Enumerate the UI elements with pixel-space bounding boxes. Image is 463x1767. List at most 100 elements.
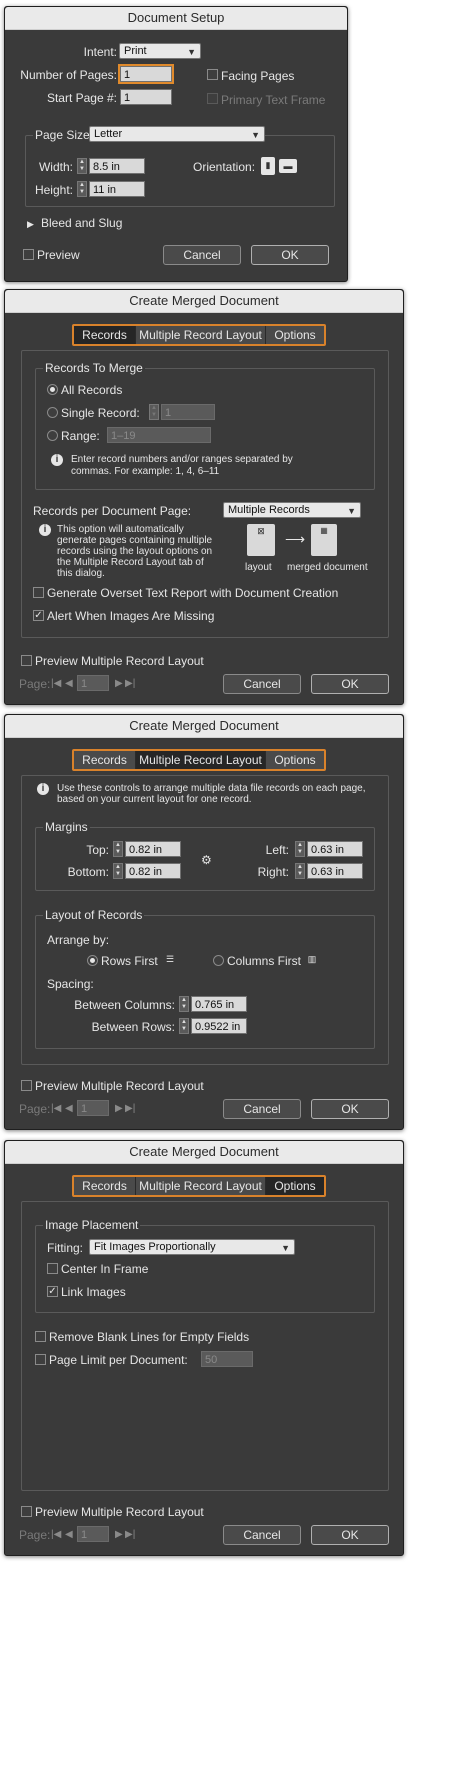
fitting-value: Fit Images Proportionally xyxy=(94,1241,216,1253)
tab-records[interactable]: Records xyxy=(74,326,136,344)
previous-page-icon[interactable]: ◀ xyxy=(65,1103,73,1115)
landscape-orientation-icon[interactable]: ▬ xyxy=(279,159,297,173)
option-info-line-4: the Multiple Record Layout tab of xyxy=(57,557,204,568)
between-rows-field[interactable]: 0.9522 in xyxy=(191,1018,247,1034)
overset-report-checkbox[interactable] xyxy=(33,587,44,598)
all-records-label: All Records xyxy=(61,383,123,397)
columns-first-label: Columns First xyxy=(227,954,302,968)
spacing-label: Spacing: xyxy=(47,977,94,991)
fitting-select[interactable]: Fit Images Proportionally ▼ xyxy=(89,1239,295,1255)
cancel-button[interactable]: Cancel xyxy=(223,1525,301,1545)
left-margin-stepper[interactable]: ▲ ▼ xyxy=(295,841,305,857)
link-images-checkbox[interactable]: ✓ xyxy=(47,1286,58,1297)
bottom-margin-stepper[interactable]: ▲ ▼ xyxy=(113,863,123,879)
preview-layout-checkbox[interactable] xyxy=(21,655,32,666)
top-margin-stepper[interactable]: ▲ ▼ xyxy=(113,841,123,857)
cancel-button[interactable]: Cancel xyxy=(223,1099,301,1119)
first-page-icon[interactable]: |◀ xyxy=(51,1103,61,1115)
page-field[interactable]: 1 xyxy=(77,1100,109,1116)
width-field[interactable]: 8.5 in xyxy=(89,158,145,174)
last-page-icon[interactable]: ▶| xyxy=(125,1103,135,1115)
page-limit-checkbox[interactable] xyxy=(35,1354,46,1365)
height-stepper[interactable]: ▲ ▼ xyxy=(77,181,87,197)
portrait-orientation-icon[interactable]: ▮ xyxy=(261,157,275,175)
last-page-icon[interactable]: ▶| xyxy=(125,678,135,690)
single-record-field[interactable]: 1 xyxy=(161,404,215,420)
cancel-button[interactable]: Cancel xyxy=(223,674,301,694)
next-page-icon[interactable]: ▶ xyxy=(115,1529,123,1541)
page-field[interactable]: 1 xyxy=(77,675,109,691)
single-record-radio[interactable] xyxy=(47,407,58,418)
page-field[interactable]: 1 xyxy=(77,1526,109,1542)
page-size-select[interactable]: Letter ▼ xyxy=(89,126,265,142)
tab-bar: Records Multiple Record Layout Options xyxy=(72,324,326,346)
preview-layout-checkbox[interactable] xyxy=(21,1506,32,1517)
last-page-icon[interactable]: ▶| xyxy=(125,1529,135,1541)
primary-text-frame-checkbox[interactable] xyxy=(207,93,218,104)
next-page-icon[interactable]: ▶ xyxy=(115,678,123,690)
previous-page-icon[interactable]: ◀ xyxy=(65,1529,73,1541)
page-limit-field[interactable]: 50 xyxy=(201,1351,253,1367)
bottom-margin-field[interactable]: 0.82 in xyxy=(125,863,181,879)
start-page-field[interactable]: 1 xyxy=(120,89,172,105)
preview-layout-checkbox[interactable] xyxy=(21,1080,32,1091)
rows-first-radio[interactable] xyxy=(87,955,98,966)
merge-options-dialog: Create Merged Document Records Multiple … xyxy=(4,1140,404,1556)
columns-first-radio[interactable] xyxy=(213,955,224,966)
between-rows-label: Between Rows: xyxy=(91,1020,175,1034)
between-columns-stepper[interactable]: ▲ ▼ xyxy=(179,996,189,1012)
right-margin-field[interactable]: 0.63 in xyxy=(307,863,363,879)
range-field[interactable]: 1–19 xyxy=(107,427,211,443)
center-in-frame-label: Center In Frame xyxy=(61,1262,149,1276)
pages-field[interactable]: 1 xyxy=(118,64,174,84)
ok-button[interactable]: OK xyxy=(311,674,389,694)
tab-options[interactable]: Options xyxy=(266,1177,324,1195)
remove-blank-lines-checkbox[interactable] xyxy=(35,1331,46,1342)
tab-multiple-record-layout[interactable]: Multiple Record Layout xyxy=(136,751,266,769)
left-margin-field[interactable]: 0.63 in xyxy=(307,841,363,857)
between-rows-stepper[interactable]: ▲ ▼ xyxy=(179,1018,189,1034)
right-margin-stepper[interactable]: ▲ ▼ xyxy=(295,863,305,879)
bleed-slug-label[interactable]: Bleed and Slug xyxy=(41,216,122,230)
width-stepper[interactable]: ▲ ▼ xyxy=(77,158,87,174)
tab-multiple-record-layout[interactable]: Multiple Record Layout xyxy=(136,326,266,344)
height-field[interactable]: 11 in xyxy=(89,181,145,197)
tab-records[interactable]: Records xyxy=(74,751,136,769)
between-columns-field[interactable]: 0.765 in xyxy=(191,996,247,1012)
all-records-radio[interactable] xyxy=(47,384,58,395)
tab-options[interactable]: Options xyxy=(266,326,324,344)
layout-caption: layout xyxy=(245,562,272,573)
top-margin-field[interactable]: 0.82 in xyxy=(125,841,181,857)
intent-select[interactable]: Print ▼ xyxy=(119,43,201,59)
tab-options[interactable]: Options xyxy=(266,751,324,769)
range-info-line-2: commas. For example: 1, 4, 6–11 xyxy=(71,466,220,477)
chevron-down-icon: ▼ xyxy=(347,506,356,516)
tab-records[interactable]: Records xyxy=(74,1177,136,1195)
ok-button[interactable]: OK xyxy=(251,245,329,265)
single-record-stepper[interactable]: ▲ ▼ xyxy=(149,404,159,420)
single-record-label: Single Record: xyxy=(61,406,140,420)
alert-missing-images-checkbox[interactable]: ✓ xyxy=(33,610,44,621)
records-per-page-select[interactable]: Multiple Records ▼ xyxy=(223,502,361,518)
next-page-icon[interactable]: ▶ xyxy=(115,1103,123,1115)
bleed-disclosure-icon[interactable]: ▶ xyxy=(27,217,34,231)
intent-value: Print xyxy=(124,45,147,57)
preview-checkbox[interactable] xyxy=(23,249,34,260)
margins-title: Margins xyxy=(43,820,90,834)
records-per-page-label: Records per Document Page: xyxy=(33,504,192,518)
fitting-label: Fitting: xyxy=(47,1241,84,1255)
first-page-icon[interactable]: |◀ xyxy=(51,1529,61,1541)
first-page-icon[interactable]: |◀ xyxy=(51,678,61,690)
ok-button[interactable]: OK xyxy=(311,1099,389,1119)
cancel-button[interactable]: Cancel xyxy=(163,245,241,265)
overset-report-label: Generate Overset Text Report with Docume… xyxy=(47,586,339,600)
previous-page-icon[interactable]: ◀ xyxy=(65,678,73,690)
center-in-frame-checkbox[interactable] xyxy=(47,1263,58,1274)
facing-pages-checkbox[interactable] xyxy=(207,69,218,80)
ok-button[interactable]: OK xyxy=(311,1525,389,1545)
range-radio[interactable] xyxy=(47,430,58,441)
tab-multiple-record-layout[interactable]: Multiple Record Layout xyxy=(136,1177,266,1195)
link-margins-icon[interactable]: ⚙ xyxy=(201,853,212,867)
info-icon: i xyxy=(37,783,49,795)
page-size-label: Page Size: xyxy=(33,128,96,142)
